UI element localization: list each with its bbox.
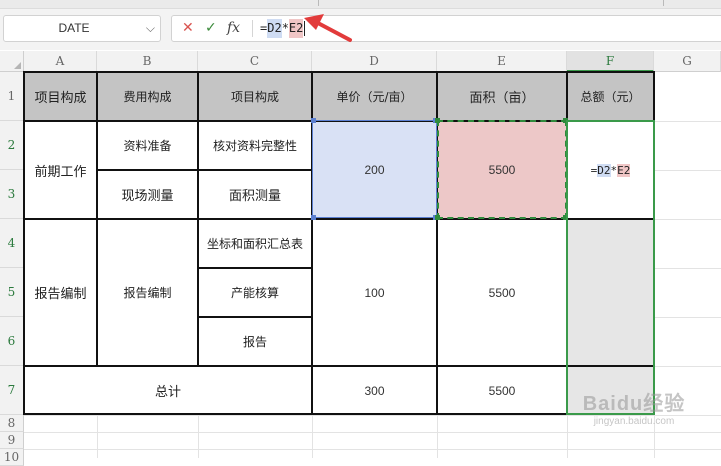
cell-d1[interactable]: 单价（元/亩） xyxy=(312,72,437,121)
row-header-1[interactable]: 1 xyxy=(0,72,24,121)
formula-prefix: = xyxy=(260,21,268,35)
red-arrow-icon xyxy=(304,14,352,42)
row-header-7[interactable]: 7 xyxy=(0,366,24,415)
cell-e1[interactable]: 面积（亩） xyxy=(437,72,567,121)
table-border xyxy=(197,316,312,318)
corner-triangle-icon xyxy=(14,62,21,69)
column-header-a[interactable]: A xyxy=(24,51,97,72)
formula-divider xyxy=(252,20,253,37)
column-header-f[interactable]: F xyxy=(567,51,654,72)
row-header-9[interactable]: 9 xyxy=(0,432,24,449)
cell-b2[interactable]: 资料准备 xyxy=(97,121,198,170)
column-header-g[interactable]: G xyxy=(654,51,721,72)
cell-b4-merged[interactable]: 报告编制 xyxy=(97,219,198,366)
reference-highlight-d2 xyxy=(312,120,437,218)
cell-b1[interactable]: 费用构成 xyxy=(97,72,198,121)
formula-ref-d2: D2 xyxy=(267,19,282,38)
select-all-corner[interactable] xyxy=(0,51,24,72)
gridline xyxy=(312,415,313,458)
formula-input[interactable]: =D2*E2 xyxy=(260,19,306,38)
reference-handle[interactable] xyxy=(435,215,440,220)
function-icon[interactable]: fx xyxy=(227,19,240,37)
name-box[interactable]: DATE ⌵ xyxy=(3,15,161,42)
gridline xyxy=(24,449,721,450)
reference-highlight-e2 xyxy=(437,120,567,219)
cell-b3[interactable]: 现场测量 xyxy=(97,170,198,219)
gridline xyxy=(654,317,721,318)
column-header-b[interactable]: B xyxy=(97,51,198,72)
column-header-d[interactable]: D xyxy=(312,51,437,72)
column-header-e[interactable]: E xyxy=(437,51,567,72)
ribbon-edge xyxy=(0,0,721,9)
check-icon[interactable]: ✓ xyxy=(205,20,217,37)
gridline xyxy=(654,219,721,220)
gridline xyxy=(654,121,721,122)
row-header-5[interactable]: 5 xyxy=(0,268,24,317)
gridline xyxy=(97,415,98,458)
cell-a2-merged[interactable]: 前期工作 xyxy=(24,121,97,219)
table-border xyxy=(197,267,312,269)
cell-c1[interactable]: 项目构成 xyxy=(198,72,312,121)
cell-a4-merged[interactable]: 报告编制 xyxy=(24,219,97,366)
column-header-c[interactable]: C xyxy=(198,51,312,72)
reference-handle[interactable] xyxy=(311,215,316,220)
cell-c6[interactable]: 报告 xyxy=(198,317,312,366)
table-border xyxy=(96,169,312,171)
table-border xyxy=(23,71,25,415)
reference-handle[interactable] xyxy=(311,118,316,123)
name-box-value: DATE xyxy=(58,21,90,35)
gridline xyxy=(198,415,199,458)
baidu-logo: Baidu经验 xyxy=(582,393,686,415)
gridline xyxy=(654,268,721,269)
table-border xyxy=(23,71,655,73)
row-header-3[interactable]: 3 xyxy=(0,170,24,219)
cell-c5[interactable]: 产能核算 xyxy=(198,268,312,317)
gridline xyxy=(654,170,721,171)
formula-toolbar: DATE ⌵ ✕ ✓ fx =D2*E2 xyxy=(0,0,721,50)
cell-e4-merged[interactable]: 5500 xyxy=(437,219,567,366)
cancel-icon[interactable]: ✕ xyxy=(182,20,194,37)
row-header-6[interactable]: 6 xyxy=(0,317,24,366)
gridline xyxy=(654,366,721,367)
cell-c2[interactable]: 核对资料完整性 xyxy=(198,121,312,170)
cell-c3[interactable]: 面积测量 xyxy=(198,170,312,219)
row-header-8[interactable]: 8 xyxy=(0,415,24,432)
cell-a1[interactable]: 项目构成 xyxy=(24,72,97,121)
row-header-2[interactable]: 2 xyxy=(0,121,24,170)
table-border xyxy=(23,365,655,367)
reference-handle[interactable] xyxy=(435,118,440,123)
row-header-4[interactable]: 4 xyxy=(0,219,24,268)
cell-f1[interactable]: 总额（元） xyxy=(567,72,654,121)
gridline xyxy=(437,415,438,458)
formula-operator: * xyxy=(281,21,289,35)
cell-d7[interactable]: 300 xyxy=(312,366,437,415)
watermark: Baidu经验 jingyan.baidu.com xyxy=(548,392,720,438)
table-border xyxy=(197,71,199,367)
watermark-url: jingyan.baidu.com xyxy=(593,416,675,427)
cell-d4-merged[interactable]: 100 xyxy=(312,219,437,366)
cell-c4[interactable]: 坐标和面积汇总表 xyxy=(198,219,312,268)
cell-a7-merged[interactable]: 总计 xyxy=(24,366,312,415)
chevron-down-icon[interactable]: ⌵ xyxy=(146,20,155,36)
table-border xyxy=(96,71,98,367)
ribbon-tick xyxy=(663,0,664,6)
formula-bar[interactable]: ✕ ✓ fx =D2*E2 xyxy=(171,15,721,42)
selection-range-f xyxy=(566,120,655,415)
